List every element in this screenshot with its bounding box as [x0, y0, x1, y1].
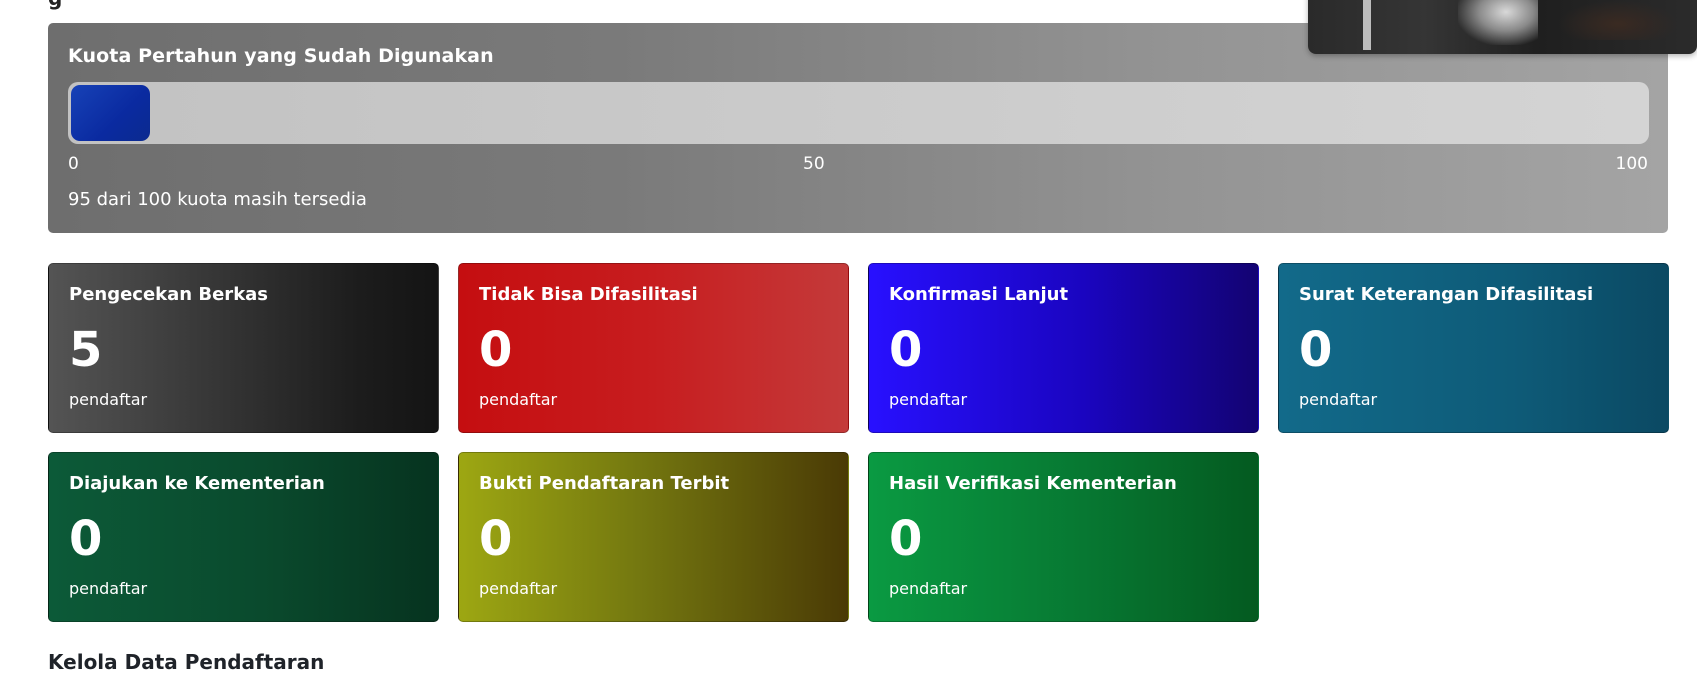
card-unit: pendaftar — [1299, 390, 1378, 409]
card-unit: pendaftar — [479, 579, 558, 598]
quota-scale-max: 100 — [1615, 154, 1648, 174]
card-count: 0 — [889, 322, 923, 378]
card-title: Surat Keterangan Difasilitasi — [1299, 284, 1594, 305]
status-card-pengecekan-berkas[interactable]: Pengecekan Berkas 5 pendaftar — [48, 263, 439, 433]
card-count: 5 — [69, 322, 103, 378]
card-unit: pendaftar — [889, 579, 968, 598]
card-unit: pendaftar — [69, 579, 148, 598]
quota-progress-fill — [71, 85, 150, 141]
video-frame-detail — [1458, 0, 1538, 45]
section-heading-kelola-data: Kelola Data Pendaftaran — [48, 650, 325, 674]
card-count: 0 — [479, 322, 513, 378]
card-title: Konfirmasi Lanjut — [889, 284, 1069, 305]
quota-scale-mid: 50 — [803, 154, 825, 174]
card-title: Bukti Pendaftaran Terbit — [479, 473, 730, 494]
status-card-tidak-bisa-difasilitasi[interactable]: Tidak Bisa Difasilitasi 0 pendaftar — [458, 263, 849, 433]
quota-remaining-note: 95 dari 100 kuota masih tersedia — [68, 189, 367, 210]
card-title: Pengecekan Berkas — [69, 284, 269, 305]
card-title: Diajukan ke Kementerian — [69, 473, 325, 494]
card-unit: pendaftar — [889, 390, 968, 409]
video-frame-detail — [1363, 0, 1371, 50]
quota-progress-bar — [68, 82, 1649, 144]
quota-scale-min: 0 — [68, 154, 79, 174]
card-title: Tidak Bisa Difasilitasi — [479, 284, 698, 305]
video-preview-icon[interactable] — [1308, 0, 1697, 54]
page-heading-cut: g — [48, 0, 62, 10]
status-card-diajukan-ke-kementerian[interactable]: Diajukan ke Kementerian 0 pendaftar — [48, 452, 439, 622]
card-count: 0 — [1299, 322, 1333, 378]
status-card-surat-keterangan-difasilitasi[interactable]: Surat Keterangan Difasilitasi 0 pendafta… — [1278, 263, 1669, 433]
dashboard-page: g Kuota Pertahun yang Sudah Digunakan 0 … — [0, 0, 1697, 679]
status-card-hasil-verifikasi-kementerian[interactable]: Hasil Verifikasi Kementerian 0 pendaftar — [868, 452, 1259, 622]
card-unit: pendaftar — [69, 390, 148, 409]
card-unit: pendaftar — [479, 390, 558, 409]
card-title: Hasil Verifikasi Kementerian — [889, 473, 1177, 494]
status-card-bukti-pendaftaran-terbit[interactable]: Bukti Pendaftaran Terbit 0 pendaftar — [458, 452, 849, 622]
quota-panel: Kuota Pertahun yang Sudah Digunakan 0 50… — [48, 23, 1668, 233]
status-card-konfirmasi-lanjut[interactable]: Konfirmasi Lanjut 0 pendaftar — [868, 263, 1259, 433]
card-count: 0 — [889, 511, 923, 567]
card-count: 0 — [69, 511, 103, 567]
card-count: 0 — [479, 511, 513, 567]
video-frame-detail — [1558, 0, 1678, 40]
